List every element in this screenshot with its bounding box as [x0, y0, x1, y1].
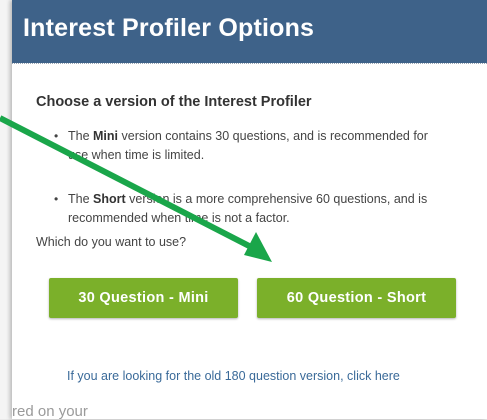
30-question-mini-button[interactable]: 30 Question - Mini: [49, 278, 238, 318]
dialog-body: Choose a version of the Interest Profile…: [12, 64, 487, 419]
mini-version-description: • The Mini version contains 30 questions…: [54, 129, 428, 162]
dialog-title: Interest Profiler Options: [23, 14, 315, 42]
version-heading: Choose a version of the Interest Profile…: [36, 94, 312, 110]
old-180-question-version-link[interactable]: If you are looking for the old 180 quest…: [67, 369, 400, 383]
interest-profiler-options-dialog: Interest Profiler Options Choose a versi…: [12, 0, 487, 419]
bullet-icon: •: [54, 192, 59, 206]
backdrop-partial-text: red on your: [12, 403, 88, 420]
mini-label: Mini: [93, 129, 119, 143]
bullet-icon: •: [54, 129, 59, 143]
dialog-header: Interest Profiler Options: [12, 0, 487, 63]
page-backdrop: [0, 0, 12, 419]
short-label: Short: [93, 192, 126, 206]
60-question-short-button[interactable]: 60 Question - Short: [257, 278, 456, 318]
version-question: Which do you want to use?: [36, 235, 187, 249]
short-version-description: • The Short version is a more comprehens…: [54, 192, 428, 225]
